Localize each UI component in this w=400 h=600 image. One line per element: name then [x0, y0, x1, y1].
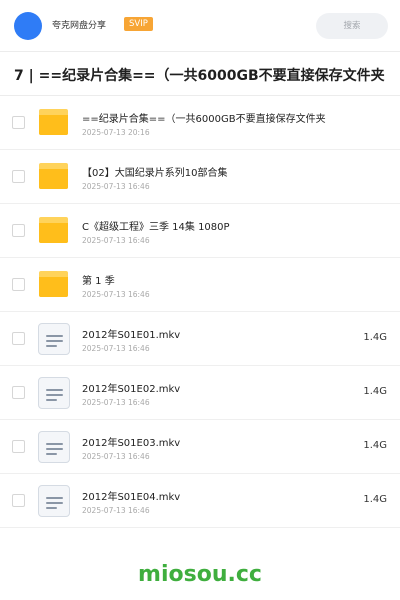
list-item[interactable]: 第 1 季 2025-07-13 16:46	[0, 258, 400, 312]
search-button[interactable]: 搜索	[316, 13, 388, 39]
item-size: 1.4G	[363, 332, 387, 343]
item-name: 2012年S01E02.mkv	[82, 384, 181, 395]
item-size: 1.4G	[363, 440, 387, 451]
item-name: 2012年S01E01.mkv	[82, 330, 181, 341]
select-checkbox[interactable]	[12, 440, 25, 453]
watermark: miosou.cc	[138, 562, 262, 587]
select-checkbox[interactable]	[12, 278, 25, 291]
list-item[interactable]: 【02】大国纪录片系列10部合集 2025-07-13 16:46	[0, 150, 400, 204]
item-date: 2025-07-13 20:16	[82, 128, 150, 137]
item-name: ==纪录片合集==（一共6000GB不要直接保存文件夹	[82, 114, 326, 125]
document-icon	[38, 431, 70, 463]
select-checkbox[interactable]	[12, 170, 25, 183]
select-checkbox[interactable]	[12, 386, 25, 399]
select-checkbox[interactable]	[12, 224, 25, 237]
folder-icon	[38, 107, 70, 139]
item-date: 2025-07-13 16:46	[82, 506, 150, 515]
item-date: 2025-07-13 16:46	[82, 182, 150, 191]
page-title: 7 | ==纪录片合集==（一共6000GB不要直接保存文件夹	[14, 68, 385, 84]
select-checkbox[interactable]	[12, 332, 25, 345]
document-icon	[38, 323, 70, 355]
folder-icon	[38, 215, 70, 247]
item-date: 2025-07-13 16:46	[82, 398, 150, 407]
header: 夸克网盘分享 SVIP 搜索	[0, 0, 400, 52]
list-item[interactable]: ==纪录片合集==（一共6000GB不要直接保存文件夹 2025-07-13 2…	[0, 96, 400, 150]
breadcrumb: 7 | ==纪录片合集==（一共6000GB不要直接保存文件夹	[0, 52, 400, 96]
item-name: 第 1 季	[82, 276, 115, 287]
list-item[interactable]: C《超级工程》三季 14集 1080P 2025-07-13 16:46	[0, 204, 400, 258]
item-name: 【02】大国纪录片系列10部合集	[82, 168, 228, 179]
item-date: 2025-07-13 16:46	[82, 236, 150, 245]
item-size: 1.4G	[363, 494, 387, 505]
share-owner-name: 夸克网盘分享	[52, 21, 107, 31]
list-item[interactable]: 2012年S01E04.mkv 2025-07-13 16:46 1.4G	[0, 474, 400, 528]
document-icon	[38, 485, 70, 517]
item-date: 2025-07-13 16:46	[82, 290, 150, 299]
svip-badge: SVIP	[124, 17, 153, 31]
item-date: 2025-07-13 16:46	[82, 452, 150, 461]
file-list: ==纪录片合集==（一共6000GB不要直接保存文件夹 2025-07-13 2…	[0, 96, 400, 528]
item-size: 1.4G	[363, 386, 387, 397]
avatar[interactable]	[14, 12, 42, 40]
list-item[interactable]: 2012年S01E01.mkv 2025-07-13 16:46 1.4G	[0, 312, 400, 366]
item-name: 2012年S01E03.mkv	[82, 438, 181, 449]
folder-icon	[38, 161, 70, 193]
item-date: 2025-07-13 16:46	[82, 344, 150, 353]
item-name: 2012年S01E04.mkv	[82, 492, 181, 503]
select-checkbox[interactable]	[12, 116, 25, 129]
list-item[interactable]: 2012年S01E03.mkv 2025-07-13 16:46 1.4G	[0, 420, 400, 474]
item-name: C《超级工程》三季 14集 1080P	[82, 222, 230, 233]
list-item[interactable]: 2012年S01E02.mkv 2025-07-13 16:46 1.4G	[0, 366, 400, 420]
document-icon	[38, 377, 70, 409]
folder-icon	[38, 269, 70, 301]
select-checkbox[interactable]	[12, 494, 25, 507]
